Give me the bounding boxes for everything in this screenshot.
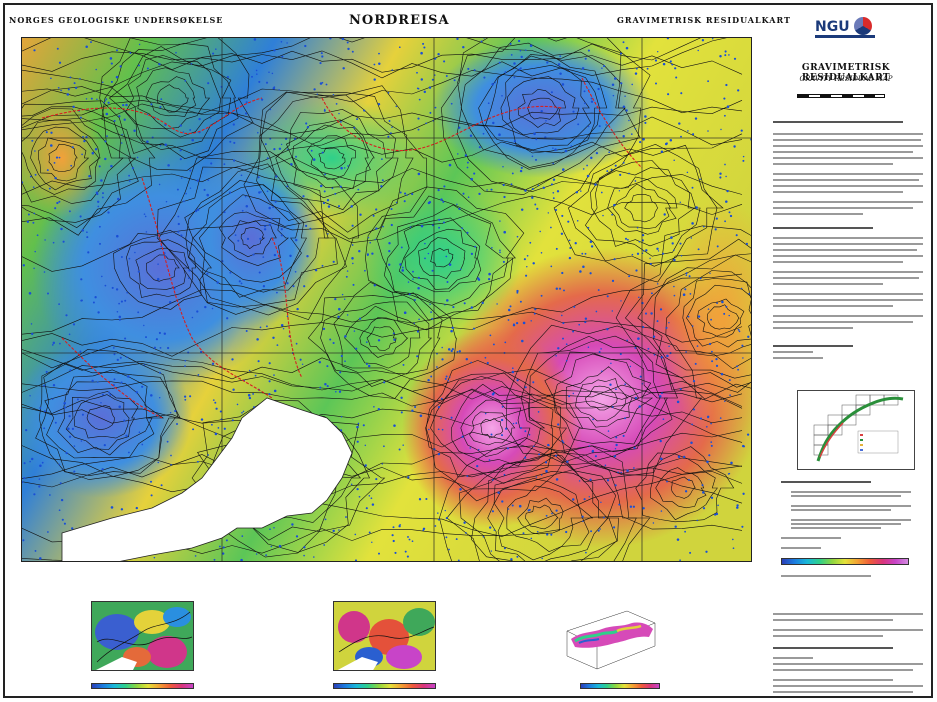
legend-text-line [773,619,893,621]
legend-text-line [773,685,923,687]
ngu-logo: NGU [815,19,850,35]
legend-text-line [791,523,901,525]
legend-text-line [773,629,923,631]
legend-text-line [773,321,913,323]
legend-text-line [773,351,813,353]
legend-text-line [791,527,881,529]
legend-text-line [773,691,913,693]
map-name: NORDREISA [349,13,450,28]
legend-text-line [773,299,923,301]
legend-text-line [773,249,917,251]
legend-text-line [773,179,919,181]
legend-text-line [773,227,873,229]
legend-text-line [791,491,911,493]
legend-text-line [773,635,883,637]
legend-text-line [773,151,913,153]
inset-colorbar-3 [580,683,660,689]
legend-text-line [773,327,853,329]
legend-text-line [781,481,871,483]
legend-text-line [773,647,893,649]
legend-text-line [773,133,923,135]
legend-text-line [773,679,893,681]
legend-text-line [773,201,923,203]
inset-3d-view [557,601,660,671]
legend-text-line [773,613,923,615]
legend-text-line [773,207,913,209]
legend-text-line [773,213,863,215]
publisher-title: NORGES GEOLOGISKE UNDERSØKELSE [9,15,224,25]
inset-map-1 [91,601,194,671]
legend-text-line [773,191,903,193]
inset-map-2 [333,601,436,671]
legend-text-line [773,293,923,295]
inset-colorbar-2 [333,683,436,689]
legend-text-line [773,121,903,123]
map-sheet: NORGES GEOLOGISKE UNDERSØKELSE NORDREISA… [3,3,933,698]
scale-bar [797,94,885,98]
legend-text-line [773,305,893,307]
legend-text-line [773,277,919,279]
gravity-colorbar [781,558,909,565]
legend-text-line [791,495,901,497]
legend-text-line [773,283,883,285]
legend-text-line [773,157,923,159]
legend-text-line [773,243,923,245]
legend-text-line [781,575,871,577]
legend-text-line [773,669,913,671]
legend-text-line [773,357,823,359]
map-legend-panel: NGU GRAVIMETRISK RESIDUALKART GRAVITY RE… [761,15,931,695]
legend-text-line [773,237,923,239]
legend-text-line [781,537,841,539]
legend-text-line [781,547,821,549]
legend-subtitle: GRAVITY RESIDUAL MAP [799,75,893,83]
legend-text-line [773,261,903,263]
legend-text-line [791,505,911,507]
legend-text-line [773,315,923,317]
legend-text-line [773,185,923,187]
logo-underline [815,35,875,38]
inset-colorbar-1 [91,683,194,689]
legend-text-line [773,139,921,141]
legend-text-line [773,663,923,665]
legend-text-line [791,509,891,511]
legend-text-line [773,173,923,175]
ngu-logo-icon [854,17,872,35]
legend-text-line [773,255,923,257]
legend-text-line [773,271,923,273]
gravity-residual-map[interactable] [21,37,752,562]
legend-text-line [773,345,853,347]
index-map [797,390,915,470]
legend-text-line [773,145,923,147]
legend-text-line [773,657,813,659]
legend-text-line [773,163,893,165]
legend-text-line [791,519,911,521]
